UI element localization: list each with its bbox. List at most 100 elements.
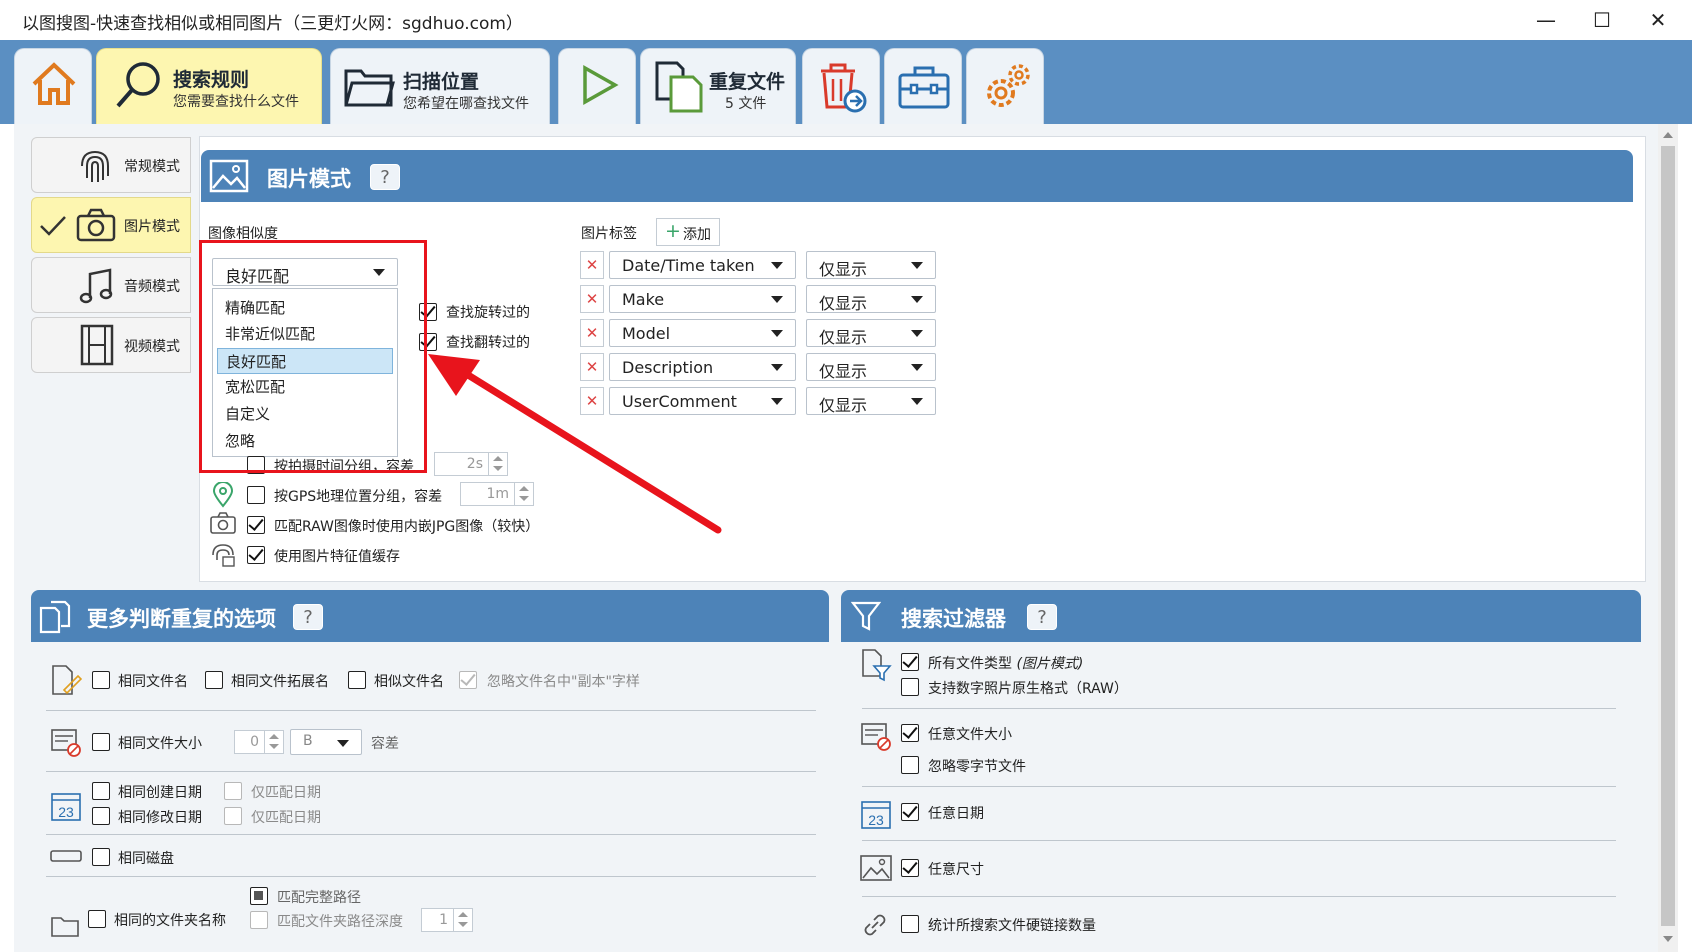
same-disk-checkbox[interactable] [92,848,110,866]
size-tolerance-stepper[interactable]: 0 [234,730,284,754]
any-size-checkbox[interactable] [901,724,919,742]
divider [862,786,1616,787]
tab-duplicates-count: 5 文件 [725,96,767,112]
add-tag-button[interactable]: + 添加 [656,218,720,246]
more-options-help-button[interactable]: ? [293,604,323,630]
same-created-checkbox[interactable] [92,782,110,800]
path-depth-stepper[interactable]: 1 [421,908,473,932]
vertical-scrollbar[interactable] [1658,124,1678,952]
home-icon [32,62,76,105]
feature-cache-checkbox[interactable] [247,546,265,564]
tag-mode-dropdown[interactable]: 仅显示 [806,319,936,347]
minimize-button[interactable]: — [1518,0,1574,40]
tag-mode-dropdown[interactable]: 仅显示 [806,285,936,313]
path-depth-checkbox[interactable] [250,911,268,929]
more-options-header: 更多判断重复的选项 ? [31,590,829,642]
tab-search-rules-title: 搜索规则 [173,69,250,91]
divider [46,710,816,711]
tab-scan-location[interactable]: 扫描位置 您希望在哪查找文件 [330,48,550,124]
tab-duplicates[interactable]: 重复文件 5 文件 [640,48,796,124]
scrollbar-thumb[interactable] [1661,146,1675,926]
similar-filename-checkbox[interactable] [348,671,366,689]
window-title: 以图搜图-快速查找相似或相同图片（三更灯火网：sgdhuo.com） [22,14,523,34]
any-dimension-checkbox[interactable] [901,859,919,877]
tag-mode-dropdown[interactable]: 仅显示 [806,387,936,415]
group-by-gps-label: 按GPS地理位置分组，容差 [274,489,443,505]
chevron-down-icon [771,330,783,337]
any-dimension-label: 任意尺寸 [928,862,984,878]
close-button[interactable]: ✕ [1630,0,1686,40]
ignore-zero-checkbox[interactable] [901,756,919,774]
same-size-label: 相同文件大小 [118,736,202,752]
path-depth-label: 匹配文件夹路径深度 [277,914,403,930]
any-date-checkbox[interactable] [901,803,919,821]
tag-field-dropdown[interactable]: Date/Time taken [609,251,796,279]
mode-video[interactable]: 视频模式 [31,317,191,373]
mode-video-label: 视频模式 [124,339,180,355]
mode-image[interactable]: 图片模式 [31,197,191,253]
raw-support-checkbox[interactable] [901,678,919,696]
modified-date-only-checkbox[interactable] [224,807,242,825]
tab-search-rules[interactable]: 搜索规则 您需要查找什么文件 [96,48,322,124]
music-note-icon [79,268,113,304]
divider [862,896,1616,897]
created-date-only-checkbox[interactable] [224,782,242,800]
group-by-gps-checkbox[interactable] [247,486,265,504]
remove-tag-button[interactable]: ✕ [580,285,604,313]
tag-mode-dropdown[interactable]: 仅显示 [806,353,936,381]
same-modified-checkbox[interactable] [92,807,110,825]
divider [46,834,816,835]
toolbox-icon [898,66,950,109]
full-path-checkbox[interactable] [250,887,268,905]
hardlinks-checkbox[interactable] [901,915,919,933]
raw-jpg-checkbox[interactable] [247,516,265,534]
ignore-copy-checkbox[interactable] [459,671,477,689]
mode-general[interactable]: 常规模式 [31,137,191,193]
tab-scan-location-subtitle: 您希望在哪查找文件 [403,96,529,112]
search-icon [116,62,160,108]
search-filters-help-button[interactable]: ? [1027,604,1057,630]
settings-button[interactable] [966,48,1044,124]
maximize-button[interactable]: ☐ [1574,0,1630,40]
tag-mode-value: 仅显示 [819,362,868,381]
chevron-down-icon [911,296,923,303]
path-depth-value: 1 [439,912,448,928]
calendar-icon: 23 [51,793,81,821]
remove-tag-button[interactable]: ✕ [580,251,604,279]
calendar-icon: 23 [861,801,891,829]
tag-field-dropdown[interactable]: Make [609,285,796,313]
picture-icon [860,855,892,881]
same-size-checkbox[interactable] [92,733,110,751]
start-scan-button[interactable] [558,48,636,124]
all-types-note: (图片模式) [1016,656,1084,672]
ignore-copy-label: 忽略文件名中"副本"字样 [487,674,640,690]
home-button[interactable] [14,48,92,124]
chevron-down-icon [337,740,349,747]
tag-mode-value: 仅显示 [819,328,868,347]
all-types-checkbox[interactable] [901,653,919,671]
chevron-down-icon [911,398,923,405]
delete-files-button[interactable] [802,48,880,124]
same-filename-checkbox[interactable] [92,671,110,689]
chevron-down-icon [911,330,923,337]
folder-icon [51,917,79,937]
camera-icon [210,512,236,534]
size-unit-value: B [303,733,313,749]
remove-tag-button[interactable]: ✕ [580,319,604,347]
toolbox-button[interactable] [884,48,962,124]
same-ext-checkbox[interactable] [205,671,223,689]
tag-mode-value: 仅显示 [819,260,868,279]
full-path-label: 匹配完整路径 [277,890,361,906]
tag-mode-dropdown[interactable]: 仅显示 [806,251,936,279]
duplicate-files-icon [655,61,703,113]
tag-field-value: Model [622,324,671,343]
tag-mode-value: 仅显示 [819,294,868,313]
image-mode-help-button[interactable]: ? [370,164,400,190]
same-folder-checkbox[interactable] [88,910,106,928]
add-tag-label: 添加 [683,227,711,243]
mode-audio[interactable]: 音频模式 [31,257,191,313]
tag-field-dropdown[interactable]: Model [609,319,796,347]
find-flipped-label: 查找翻转过的 [446,335,530,351]
hardlinks-label: 统计所搜索文件硬链接数量 [928,918,1096,934]
size-unit-dropdown[interactable]: B [290,729,362,755]
